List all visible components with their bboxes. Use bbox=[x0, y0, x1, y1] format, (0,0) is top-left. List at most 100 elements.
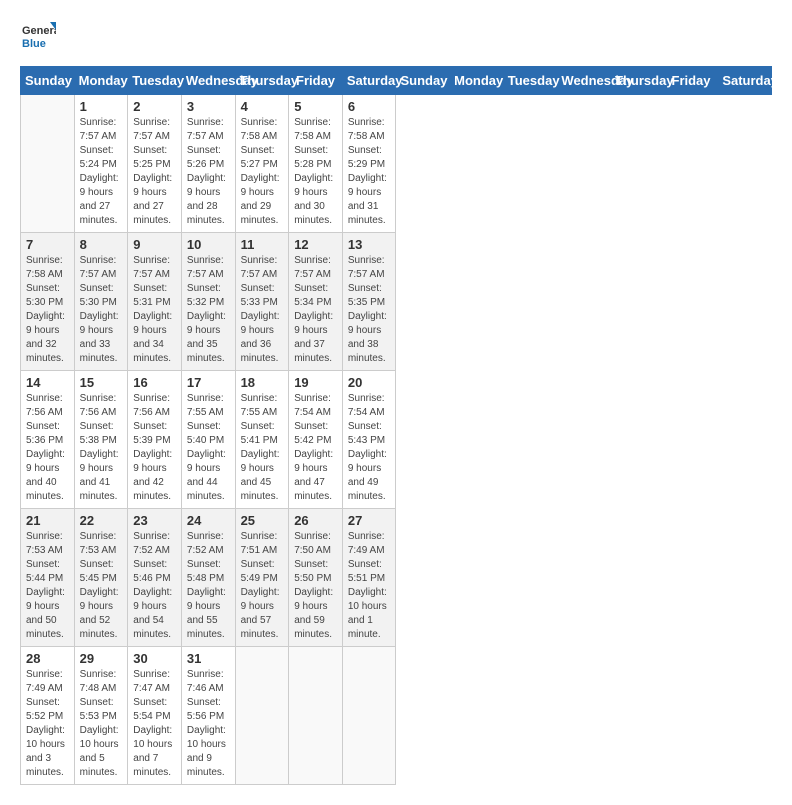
day-info: Sunrise: 7:46 AM Sunset: 5:56 PM Dayligh… bbox=[187, 668, 230, 780]
day-number: 7 bbox=[26, 237, 69, 252]
day-info: Sunrise: 7:57 AM Sunset: 5:30 PM Dayligh… bbox=[80, 254, 123, 366]
calendar-cell: 23 Sunrise: 7:52 AM Sunset: 5:46 PM Dayli… bbox=[128, 509, 182, 647]
calendar-cell: 19 Sunrise: 7:54 AM Sunset: 5:42 PM Dayli… bbox=[289, 371, 343, 509]
day-info: Sunrise: 7:56 AM Sunset: 5:38 PM Dayligh… bbox=[80, 392, 123, 504]
day-number: 9 bbox=[133, 237, 176, 252]
day-info: Sunrise: 7:57 AM Sunset: 5:25 PM Dayligh… bbox=[133, 116, 176, 228]
calendar-cell: 27 Sunrise: 7:49 AM Sunset: 5:51 PM Dayli… bbox=[342, 509, 396, 647]
logo: General Blue bbox=[20, 20, 56, 56]
day-info: Sunrise: 7:48 AM Sunset: 5:53 PM Dayligh… bbox=[80, 668, 123, 780]
page-header: General Blue bbox=[20, 20, 772, 56]
calendar-cell: 2 Sunrise: 7:57 AM Sunset: 5:25 PM Daylig… bbox=[128, 95, 182, 233]
day-info: Sunrise: 7:54 AM Sunset: 5:43 PM Dayligh… bbox=[348, 392, 391, 504]
day-info: Sunrise: 7:57 AM Sunset: 5:33 PM Dayligh… bbox=[241, 254, 284, 366]
header-cell-tuesday: Tuesday bbox=[503, 67, 557, 95]
day-info: Sunrise: 7:54 AM Sunset: 5:42 PM Dayligh… bbox=[294, 392, 337, 504]
day-number: 6 bbox=[348, 99, 391, 114]
day-number: 21 bbox=[26, 513, 69, 528]
calendar-cell bbox=[21, 95, 75, 233]
day-info: Sunrise: 7:50 AM Sunset: 5:50 PM Dayligh… bbox=[294, 530, 337, 642]
calendar-cell: 10Sunrise: 7:57 AM Sunset: 5:32 PM Dayli… bbox=[181, 233, 235, 371]
header-cell-wednesday: Wednesday bbox=[181, 67, 235, 95]
day-info: Sunrise: 7:53 AM Sunset: 5:44 PM Dayligh… bbox=[26, 530, 69, 642]
week-row-2: 7 Sunrise: 7:58 AM Sunset: 5:30 PM Daylig… bbox=[21, 233, 772, 371]
calendar-cell: 1 Sunrise: 7:57 AM Sunset: 5:24 PM Daylig… bbox=[74, 95, 128, 233]
day-number: 4 bbox=[241, 99, 284, 114]
header-cell-monday: Monday bbox=[74, 67, 128, 95]
day-number: 28 bbox=[26, 651, 69, 666]
day-info: Sunrise: 7:49 AM Sunset: 5:52 PM Dayligh… bbox=[26, 668, 69, 780]
day-number: 10 bbox=[187, 237, 230, 252]
day-number: 19 bbox=[294, 375, 337, 390]
day-info: Sunrise: 7:57 AM Sunset: 5:31 PM Dayligh… bbox=[133, 254, 176, 366]
calendar-cell: 14Sunrise: 7:56 AM Sunset: 5:36 PM Dayli… bbox=[21, 371, 75, 509]
calendar-cell: 24 Sunrise: 7:52 AM Sunset: 5:48 PM Dayli… bbox=[181, 509, 235, 647]
day-number: 8 bbox=[80, 237, 123, 252]
calendar-cell: 9 Sunrise: 7:57 AM Sunset: 5:31 PM Daylig… bbox=[128, 233, 182, 371]
calendar-cell: 6 Sunrise: 7:58 AM Sunset: 5:29 PM Daylig… bbox=[342, 95, 396, 233]
calendar-cell: 13 Sunrise: 7:57 AM Sunset: 5:35 PM Dayli… bbox=[342, 233, 396, 371]
week-row-3: 14Sunrise: 7:56 AM Sunset: 5:36 PM Dayli… bbox=[21, 371, 772, 509]
header-cell-friday: Friday bbox=[664, 67, 718, 95]
day-info: Sunrise: 7:58 AM Sunset: 5:29 PM Dayligh… bbox=[348, 116, 391, 228]
day-info: Sunrise: 7:49 AM Sunset: 5:51 PM Dayligh… bbox=[348, 530, 391, 642]
day-number: 5 bbox=[294, 99, 337, 114]
day-info: Sunrise: 7:47 AM Sunset: 5:54 PM Dayligh… bbox=[133, 668, 176, 780]
day-number: 14 bbox=[26, 375, 69, 390]
calendar-cell: 20 Sunrise: 7:54 AM Sunset: 5:43 PM Dayli… bbox=[342, 371, 396, 509]
day-number: 18 bbox=[241, 375, 284, 390]
day-info: Sunrise: 7:55 AM Sunset: 5:41 PM Dayligh… bbox=[241, 392, 284, 504]
day-info: Sunrise: 7:57 AM Sunset: 5:24 PM Dayligh… bbox=[80, 116, 123, 228]
day-info: Sunrise: 7:52 AM Sunset: 5:48 PM Dayligh… bbox=[187, 530, 230, 642]
header-cell-tuesday: Tuesday bbox=[128, 67, 182, 95]
header-cell-sunday: Sunday bbox=[396, 67, 450, 95]
calendar-cell: 17 Sunrise: 7:55 AM Sunset: 5:40 PM Dayli… bbox=[181, 371, 235, 509]
calendar-cell: 28 Sunrise: 7:49 AM Sunset: 5:52 PM Dayli… bbox=[21, 647, 75, 785]
day-number: 30 bbox=[133, 651, 176, 666]
calendar-cell: 16 Sunrise: 7:56 AM Sunset: 5:39 PM Dayli… bbox=[128, 371, 182, 509]
calendar-cell bbox=[235, 647, 289, 785]
day-info: Sunrise: 7:58 AM Sunset: 5:30 PM Dayligh… bbox=[26, 254, 69, 366]
day-info: Sunrise: 7:56 AM Sunset: 5:39 PM Dayligh… bbox=[133, 392, 176, 504]
header-cell-saturday: Saturday bbox=[342, 67, 396, 95]
day-number: 24 bbox=[187, 513, 230, 528]
day-number: 15 bbox=[80, 375, 123, 390]
day-info: Sunrise: 7:55 AM Sunset: 5:40 PM Dayligh… bbox=[187, 392, 230, 504]
day-info: Sunrise: 7:52 AM Sunset: 5:46 PM Dayligh… bbox=[133, 530, 176, 642]
day-number: 2 bbox=[133, 99, 176, 114]
day-number: 25 bbox=[241, 513, 284, 528]
header-cell-saturday: Saturday bbox=[718, 67, 772, 95]
day-number: 1 bbox=[80, 99, 123, 114]
calendar-cell: 8 Sunrise: 7:57 AM Sunset: 5:30 PM Daylig… bbox=[74, 233, 128, 371]
day-number: 26 bbox=[294, 513, 337, 528]
week-row-5: 28 Sunrise: 7:49 AM Sunset: 5:52 PM Dayli… bbox=[21, 647, 772, 785]
day-number: 17 bbox=[187, 375, 230, 390]
calendar-cell: 29 Sunrise: 7:48 AM Sunset: 5:53 PM Dayli… bbox=[74, 647, 128, 785]
day-number: 13 bbox=[348, 237, 391, 252]
day-number: 27 bbox=[348, 513, 391, 528]
calendar-cell bbox=[289, 647, 343, 785]
header-cell-friday: Friday bbox=[289, 67, 343, 95]
week-row-1: 1 Sunrise: 7:57 AM Sunset: 5:24 PM Daylig… bbox=[21, 95, 772, 233]
day-info: Sunrise: 7:58 AM Sunset: 5:27 PM Dayligh… bbox=[241, 116, 284, 228]
day-info: Sunrise: 7:57 AM Sunset: 5:34 PM Dayligh… bbox=[294, 254, 337, 366]
day-number: 20 bbox=[348, 375, 391, 390]
day-number: 12 bbox=[294, 237, 337, 252]
calendar-cell: 22Sunrise: 7:53 AM Sunset: 5:45 PM Dayli… bbox=[74, 509, 128, 647]
day-number: 16 bbox=[133, 375, 176, 390]
calendar-cell: 7 Sunrise: 7:58 AM Sunset: 5:30 PM Daylig… bbox=[21, 233, 75, 371]
calendar-cell: 12 Sunrise: 7:57 AM Sunset: 5:34 PM Dayli… bbox=[289, 233, 343, 371]
calendar-cell: 21 Sunrise: 7:53 AM Sunset: 5:44 PM Dayli… bbox=[21, 509, 75, 647]
header-row: SundayMondayTuesdayWednesdayThursdayFrid… bbox=[21, 67, 772, 95]
day-number: 23 bbox=[133, 513, 176, 528]
calendar-cell: 4 Sunrise: 7:58 AM Sunset: 5:27 PM Daylig… bbox=[235, 95, 289, 233]
day-info: Sunrise: 7:57 AM Sunset: 5:35 PM Dayligh… bbox=[348, 254, 391, 366]
calendar-cell: 26 Sunrise: 7:50 AM Sunset: 5:50 PM Dayli… bbox=[289, 509, 343, 647]
svg-text:Blue: Blue bbox=[22, 38, 46, 50]
day-number: 29 bbox=[80, 651, 123, 666]
day-number: 11 bbox=[241, 237, 284, 252]
calendar-cell: 18 Sunrise: 7:55 AM Sunset: 5:41 PM Dayli… bbox=[235, 371, 289, 509]
day-number: 3 bbox=[187, 99, 230, 114]
svg-text:General: General bbox=[22, 25, 56, 37]
day-info: Sunrise: 7:58 AM Sunset: 5:28 PM Dayligh… bbox=[294, 116, 337, 228]
